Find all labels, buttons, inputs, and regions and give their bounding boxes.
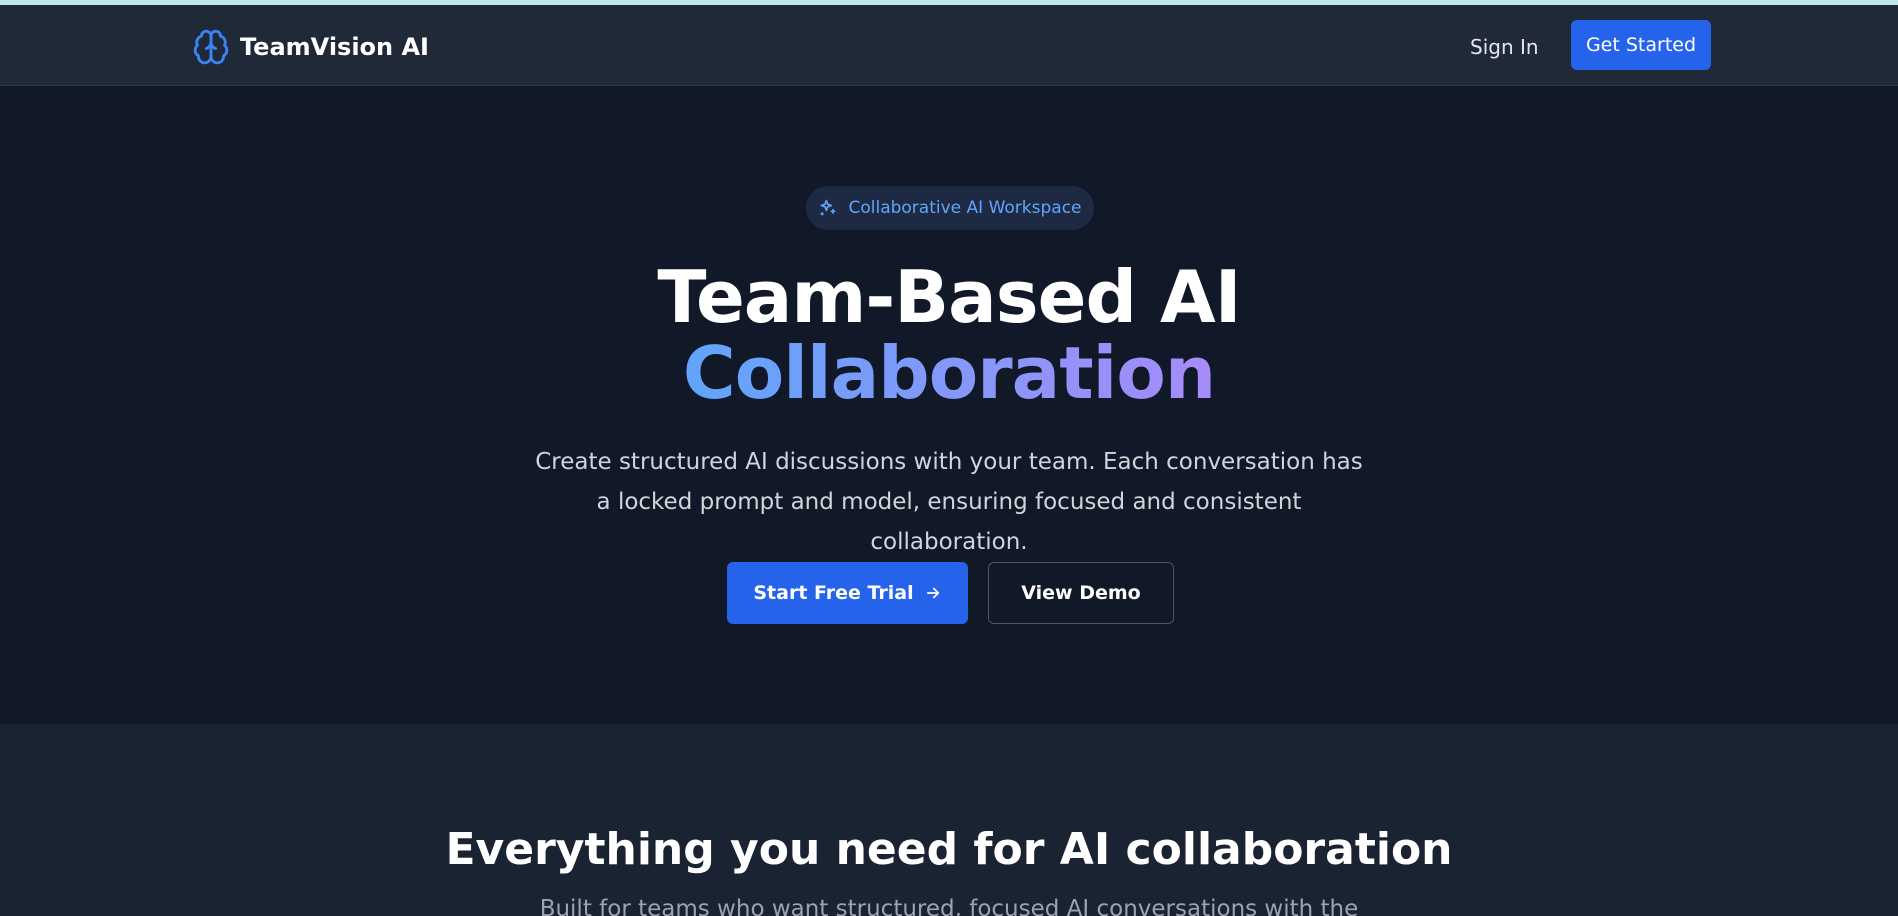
brain-icon (193, 29, 229, 65)
hero-badge: Collaborative AI Workspace (806, 186, 1094, 230)
hero-title-highlight: Collaboration (0, 330, 1898, 416)
navbar: TeamVision AI Sign In Get Started (0, 5, 1898, 86)
features-subtitle: Built for teams who want structured, foc… (539, 896, 1359, 916)
features-title: Everything you need for AI collaboration (445, 824, 1453, 875)
hero-subtitle: Create structured AI discussions with yo… (535, 449, 1363, 555)
hero-section: Collaborative AI Workspace Team-Based AI… (0, 86, 1898, 724)
brand-logo[interactable]: TeamVision AI (192, 27, 429, 67)
start-free-trial-button[interactable]: Start Free Trial (727, 562, 968, 624)
sign-in-link[interactable]: Sign In (1470, 35, 1539, 59)
view-demo-button[interactable]: View Demo (988, 562, 1174, 624)
hero-title-gradient-text: Collaboration (682, 331, 1216, 415)
arrow-right-icon (926, 587, 939, 599)
start-free-trial-label: Start Free Trial (753, 582, 914, 604)
hero-title: Team-Based AI (657, 255, 1241, 339)
hero-badge-text: Collaborative AI Workspace (848, 198, 1082, 218)
brand-name: TeamVision AI (240, 33, 429, 61)
features-section: Everything you need for AI collaboration… (0, 724, 1898, 916)
sparkles-icon (820, 199, 836, 216)
get-started-button[interactable]: Get Started (1571, 20, 1711, 70)
